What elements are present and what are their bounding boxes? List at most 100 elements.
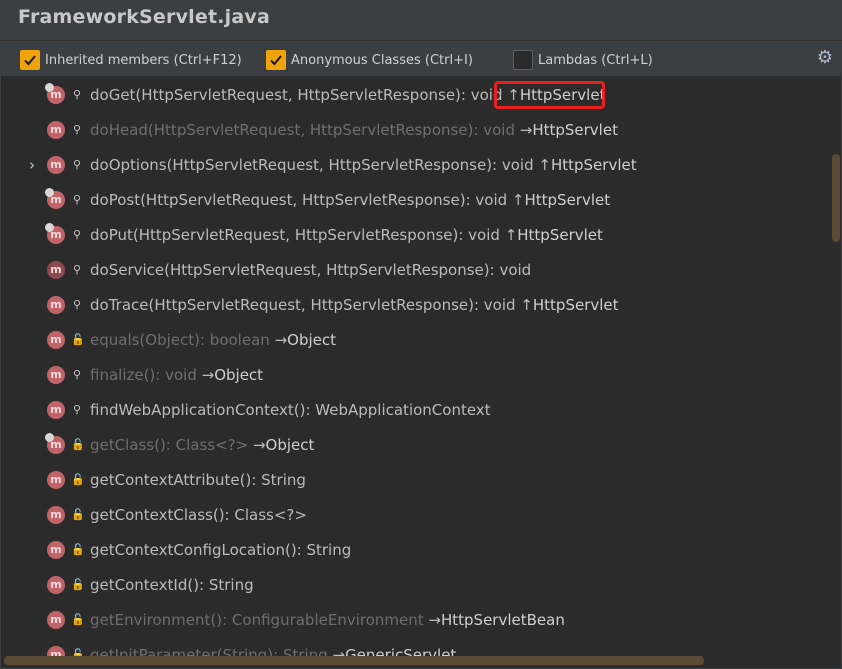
vertical-scrollbar[interactable] — [832, 154, 840, 242]
member-signature: getClass(): Class<?> →Object — [90, 436, 314, 454]
popup-title: FrameworkServlet.java — [18, 6, 271, 28]
member-signature: doTrace(HttpServletRequest, HttpServletR… — [90, 296, 619, 314]
method-icon: m — [45, 187, 65, 209]
override-marker-icon — [45, 187, 54, 197]
method-icon: m — [47, 470, 65, 489]
owner-class: HttpServlet — [517, 225, 603, 244]
member-signature-text: getContextId(): String — [90, 575, 254, 594]
member-signature: getContextClass(): Class<?> — [90, 506, 307, 524]
member-signature: getContextConfigLocation(): String — [90, 541, 351, 559]
inherited-arrow-icon: → — [519, 120, 533, 139]
owner-class: Object — [287, 330, 336, 349]
public-lock-icon: 🔓 — [71, 612, 85, 626]
check-icon — [24, 55, 36, 66]
method-icon: m — [47, 400, 65, 419]
method-icon: m — [47, 120, 65, 139]
member-signature: doGet(HttpServletRequest, HttpServletRes… — [90, 86, 605, 104]
protected-key-icon: ⚲ — [72, 87, 82, 101]
member-row[interactable]: m 🔓 getContextAttribute(): String — [0, 462, 842, 497]
member-row[interactable]: m ⚲ doHead(HttpServletRequest, HttpServlet… — [0, 112, 842, 147]
member-row[interactable]: m ⚲ doService(HttpServletRequest, HttpServ… — [0, 252, 842, 287]
owner-class: Object — [265, 435, 315, 454]
owner-class: HttpServlet — [524, 190, 611, 209]
horizontal-scrollbar[interactable] — [4, 656, 704, 665]
member-signature: findWebApplicationContext(): WebApplicat… — [90, 401, 491, 419]
options-bar: Inherited members (Ctrl+F12) Anonymous C… — [0, 40, 842, 76]
member-signature-text: doTrace(HttpServletRequest, HttpServletR… — [90, 295, 521, 314]
lambdas-checkbox[interactable] — [513, 50, 533, 70]
method-icon: m — [47, 155, 65, 174]
protected-key-icon: ⚲ — [72, 367, 82, 381]
protected-key-icon: ⚲ — [72, 402, 82, 416]
inherited-members-checkbox[interactable] — [20, 50, 40, 70]
member-signature: doOptions(HttpServletRequest, HttpServle… — [90, 156, 637, 174]
member-signature-text: equals(Object): boolean — [90, 330, 275, 349]
anonymous-classes-option[interactable]: Anonymous Classes (Ctrl+I) — [266, 49, 473, 71]
member-signature: getEnvironment(): ConfigurableEnvironmen… — [90, 611, 565, 629]
method-icon: m — [47, 365, 65, 384]
public-lock-icon: 🔓 — [71, 437, 85, 451]
member-signature: equals(Object): boolean →Object — [90, 331, 336, 349]
lambdas-option[interactable]: Lambdas (Ctrl+L) — [513, 49, 653, 71]
member-signature-text: getClass(): Class<?> — [90, 435, 253, 454]
method-icon: m — [47, 540, 65, 559]
member-signature-text: getContextAttribute(): String — [90, 470, 306, 489]
override-arrow-icon: ↑ — [504, 225, 518, 244]
member-signature: doService(HttpServletRequest, HttpServle… — [90, 261, 531, 279]
member-row[interactable]: m 🔓 getEnvironment(): ConfigurableEnvironm… — [0, 602, 842, 637]
owner-class: HttpServletBean — [440, 610, 565, 629]
member-row[interactable]: m 🔓 getClass(): Class<?> →Object — [0, 427, 842, 462]
member-row[interactable]: m ⚲ findWebApplicationContext(): WebApplic… — [0, 392, 842, 427]
method-icon: m — [47, 295, 65, 314]
override-arrow-icon: ↑ — [511, 190, 525, 209]
member-row[interactable]: m ⚲ doPost(HttpServletRequest, HttpServlet… — [0, 182, 842, 217]
member-signature: doPost(HttpServletRequest, HttpServletRe… — [90, 191, 610, 209]
override-marker-icon — [45, 432, 54, 442]
member-list: m ⚲ doGet(HttpServletRequest, HttpServletR… — [0, 77, 842, 669]
inherited-arrow-icon: → — [274, 330, 288, 349]
protected-key-icon: ⚲ — [72, 157, 82, 171]
member-row[interactable]: › m ⚲ doOptions(HttpServletRequest, HttpSer… — [0, 147, 842, 182]
member-row[interactable]: m ⚲ doPut(HttpServletRequest, HttpServletR… — [0, 217, 842, 252]
member-row[interactable]: m ⚲ finalize(): void →Object — [0, 357, 842, 392]
member-signature-text: findWebApplicationContext(): WebApplicat… — [90, 400, 491, 419]
chevron-right-icon[interactable]: › — [26, 156, 38, 174]
owner-class: Object — [214, 365, 264, 384]
check-icon — [270, 55, 282, 66]
popup-titlebar: FrameworkServlet.java — [0, 0, 842, 40]
member-signature: getContextAttribute(): String — [90, 471, 306, 489]
member-signature-text: getEnvironment(): ConfigurableEnvironmen… — [90, 610, 429, 629]
member-row[interactable]: m 🔓 getContextId(): String — [0, 567, 842, 602]
override-marker-icon — [45, 222, 54, 232]
anonymous-classes-checkbox[interactable] — [266, 50, 286, 70]
inherited-members-label: Inherited members (Ctrl+F12) — [45, 52, 242, 68]
lambdas-label: Lambdas (Ctrl+L) — [538, 52, 653, 68]
method-icon: m — [47, 575, 65, 594]
gear-icon[interactable]: ⚙ — [816, 49, 834, 67]
member-row[interactable]: m ⚲ doTrace(HttpServletRequest, HttpServle… — [0, 287, 842, 322]
method-icon: m — [47, 330, 65, 349]
override-arrow-icon: ↑ — [507, 85, 520, 104]
member-signature-text: finalize(): void — [90, 365, 202, 384]
inherited-members-option[interactable]: Inherited members (Ctrl+F12) — [20, 49, 242, 71]
member-row[interactable]: m ⚲ doGet(HttpServletRequest, HttpServletR… — [0, 77, 842, 112]
member-signature-text: doGet(HttpServletRequest, HttpServletRes… — [90, 85, 508, 104]
method-icon: m — [47, 505, 65, 524]
override-marker-icon — [45, 82, 54, 92]
member-signature-text: doService(HttpServletRequest, HttpServle… — [90, 260, 532, 279]
member-signature: doHead(HttpServletRequest, HttpServletRe… — [90, 121, 618, 139]
public-lock-icon: 🔓 — [71, 577, 85, 591]
inherited-arrow-icon: → — [201, 365, 215, 384]
member-row[interactable]: m 🔓 getContextClass(): Class<?> — [0, 497, 842, 532]
protected-key-icon: ⚲ — [72, 227, 82, 241]
member-row[interactable]: m 🔓 getContextConfigLocation(): String — [0, 532, 842, 567]
member-row[interactable]: m 🔓 equals(Object): boolean →Object — [0, 322, 842, 357]
anonymous-classes-label: Anonymous Classes (Ctrl+I) — [291, 52, 473, 68]
method-icon: m — [45, 222, 65, 244]
owner-class: HttpServlet — [519, 85, 606, 104]
owner-class: HttpServlet — [532, 120, 618, 139]
member-signature: finalize(): void →Object — [90, 366, 263, 384]
protected-key-icon: ⚲ — [72, 122, 82, 136]
public-lock-icon: 🔓 — [71, 472, 85, 486]
member-signature-text: doOptions(HttpServletRequest, HttpServle… — [90, 155, 539, 174]
